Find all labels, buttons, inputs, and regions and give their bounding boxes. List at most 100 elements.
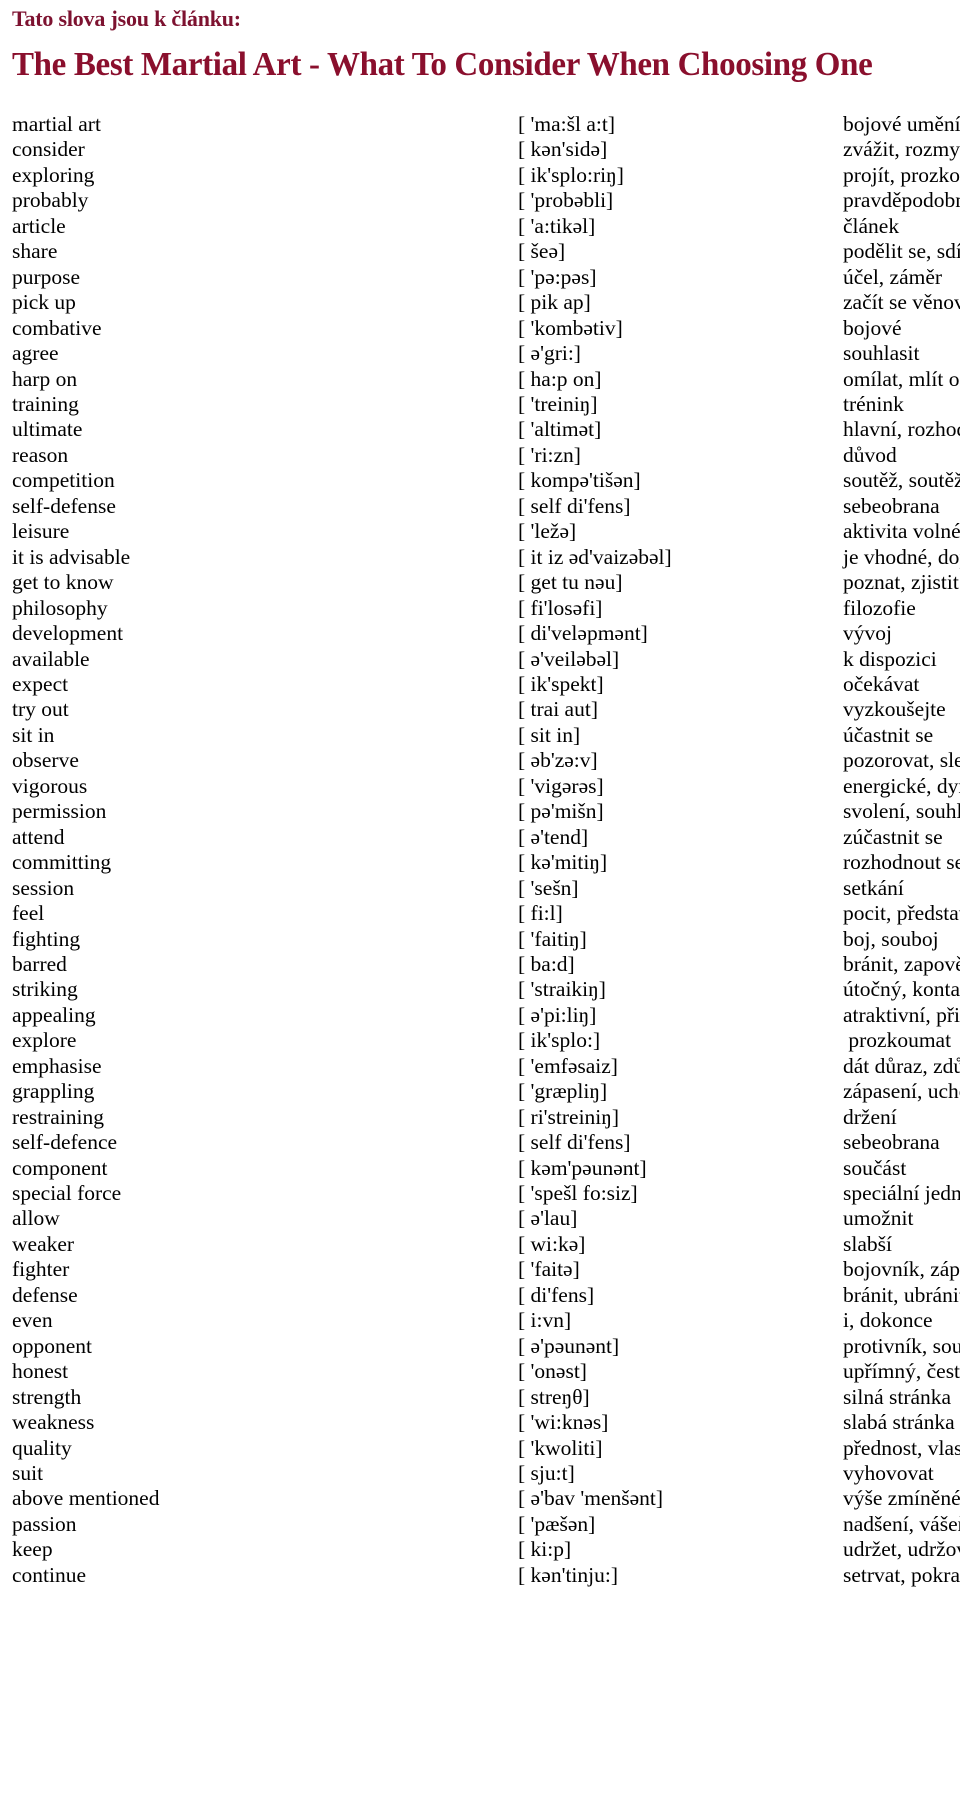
translation-cell: rozhodnout se <box>843 850 960 875</box>
phonetic-cell: [ ə'veiləbəl] <box>518 646 620 671</box>
term-cell: it is advisable <box>12 544 131 569</box>
phonetic-cell: [ kən'tinju:] <box>518 1562 619 1587</box>
phonetic-cell: [ 'faitiŋ] <box>518 926 587 951</box>
translation-cell: projít, prozkoumat <box>843 162 960 187</box>
term-cell: above mentioned <box>12 1486 160 1511</box>
translation-cell: souhlasit <box>843 341 920 366</box>
term-cell: martial art <box>12 112 101 136</box>
phonetic-cell: [ kə'mitiŋ] <box>518 850 608 875</box>
phonetic-cell: [ kən'sidə] <box>518 137 608 162</box>
phonetic-cell: [ 'treiniŋ] <box>518 391 598 416</box>
table-row: opponent [ ə'pəunənt] protivník, soupeř <box>0 1334 960 1359</box>
table-row: sit in [ sit in] účastnit se <box>0 723 960 748</box>
phonetic-cell: [ di'fens] <box>518 1282 595 1307</box>
translation-cell: protivník, soupeř <box>843 1333 960 1358</box>
page-title: The Best Martial Art - What To Consider … <box>12 46 873 83</box>
term-cell: observe <box>12 748 79 773</box>
table-row: leisure [ 'ležə] aktivita volném čase <box>0 519 960 544</box>
vocabulary-document: Tato slova jsou k článku: The Best Marti… <box>0 0 960 1815</box>
term-cell: agree <box>12 341 59 366</box>
phonetic-cell: [ get tu nəu] <box>518 570 623 595</box>
table-row: barred [ ba:d] bránit, zapovědět <box>0 952 960 977</box>
phonetic-cell: [ pə'mišn] <box>518 799 604 824</box>
translation-cell: filozofie <box>843 595 916 620</box>
table-row: fighter [ 'faitə] bojovník, zápasník <box>0 1257 960 1282</box>
term-cell: permission <box>12 799 107 824</box>
term-cell: reason <box>12 442 69 467</box>
table-row: observe [ əb'zə:v] pozorovat, sledovat <box>0 748 960 773</box>
table-row: striking [ 'straikiŋ] útočný, kontaktní <box>0 977 960 1002</box>
translation-cell: slabší <box>843 1231 892 1256</box>
phonetic-cell: [ kəm'pəunənt] <box>518 1155 647 1180</box>
table-row: session [ 'sešn] setkání <box>0 876 960 901</box>
table-row: pick up [ pik ap] začít se věnovat <box>0 290 960 315</box>
translation-cell: podělit se, sdílet <box>843 239 960 264</box>
table-row: ultimate [ 'altimət] hlavní, rozhodující <box>0 417 960 442</box>
translation-cell: trénink <box>843 391 904 416</box>
translation-cell: aktivita volném čase <box>843 519 960 544</box>
table-row: agree [ ə'gri:] souhlasit <box>0 341 960 366</box>
translation-cell: bojové umění <box>843 112 960 136</box>
term-cell: quality <box>12 1435 72 1460</box>
term-cell: fighter <box>12 1257 70 1282</box>
translation-cell: nadšení, vášeň <box>843 1511 960 1536</box>
phonetic-cell: [ 'græpliŋ] <box>518 1079 608 1104</box>
term-cell: feel <box>12 901 45 926</box>
phonetic-cell: [ ik'splo:] <box>518 1028 601 1053</box>
translation-cell: součást <box>843 1155 907 1180</box>
translation-cell: slabá stránka <box>843 1410 955 1435</box>
phonetic-cell: [ di'veləpmənt] <box>518 621 648 646</box>
table-row: appealing [ ə'pi:liŋ] atraktivní, přitažli… <box>0 1003 960 1028</box>
phonetic-cell: [ 'ri:zn] <box>518 442 581 467</box>
translation-cell: zvážit, rozmyslet <box>843 137 960 162</box>
table-row: purpose [ 'pə:pəs] účel, záměr <box>0 265 960 290</box>
translation-cell: účastnit se <box>843 722 934 747</box>
phonetic-cell: [ ha:p on] <box>518 366 602 391</box>
term-cell: allow <box>12 1206 60 1231</box>
table-row: expect [ ik'spekt] očekávat <box>0 672 960 697</box>
table-row: allow [ ə'lau] umožnit <box>0 1206 960 1231</box>
term-cell: purpose <box>12 264 81 289</box>
phonetic-cell: [ 'vigərəs] <box>518 773 604 798</box>
term-cell: even <box>12 1308 53 1333</box>
table-row: harp on [ ha:p on] omílat, mlít o čem <box>0 367 960 392</box>
term-cell: keep <box>12 1537 53 1562</box>
term-cell: suit <box>12 1461 44 1486</box>
translation-cell: důvod <box>843 442 897 467</box>
table-row: above mentioned [ ə'bav 'menšənt] výše zmí… <box>0 1486 960 1511</box>
table-row: continue [ kən'tinju:] setrvat, pokračovat <box>0 1563 960 1588</box>
table-row: martial art [ 'ma:šl a:t] bojové umění <box>0 112 960 137</box>
term-cell: passion <box>12 1511 77 1536</box>
term-cell: honest <box>12 1359 69 1384</box>
table-row: reason [ 'ri:zn] důvod <box>0 443 960 468</box>
translation-cell: výše zmíněné <box>843 1486 960 1511</box>
table-row: restraining [ ri'streiniŋ] držení <box>0 1105 960 1130</box>
phonetic-cell: [ self di'fens] <box>518 493 631 518</box>
table-row: self-defence [ self di'fens] sebeobrana <box>0 1130 960 1155</box>
phonetic-cell: [ 'pə:pəs] <box>518 264 597 289</box>
term-cell: striking <box>12 977 78 1002</box>
phonetic-cell: [ 'ležə] <box>518 519 577 544</box>
term-cell: appealing <box>12 1002 96 1027</box>
translation-cell: setkání <box>843 875 904 900</box>
translation-cell: zúčastnit se <box>843 824 943 849</box>
phonetic-cell: [ ki:p] <box>518 1537 572 1562</box>
phonetic-cell: [ ə'pi:liŋ] <box>518 1002 597 1027</box>
phonetic-cell: [ ə'pəunənt] <box>518 1333 620 1358</box>
table-row: permission [ pə'mišn] svolení, souhlas <box>0 799 960 824</box>
term-cell: strength <box>12 1384 82 1409</box>
translation-cell: očekávat <box>843 671 920 696</box>
translation-cell: bojové <box>843 315 902 340</box>
translation-cell: vývoj <box>843 621 892 646</box>
phonetic-cell: [ pik ap] <box>518 290 591 315</box>
translation-cell: hlavní, rozhodující <box>843 417 960 442</box>
translation-cell: útočný, kontaktní <box>843 977 960 1002</box>
table-row: article [ 'a:tikəl] článek <box>0 214 960 239</box>
term-cell: exploring <box>12 162 95 187</box>
phonetic-cell: [ 'wi:knəs] <box>518 1410 609 1435</box>
term-cell: continue <box>12 1562 87 1587</box>
table-row: even [ i:vn] i, dokonce <box>0 1308 960 1333</box>
table-row: get to know [ get tu nəu] poznat, zjistit <box>0 570 960 595</box>
phonetic-cell: [ ə'lau] <box>518 1206 578 1231</box>
term-cell: explore <box>12 1028 77 1053</box>
